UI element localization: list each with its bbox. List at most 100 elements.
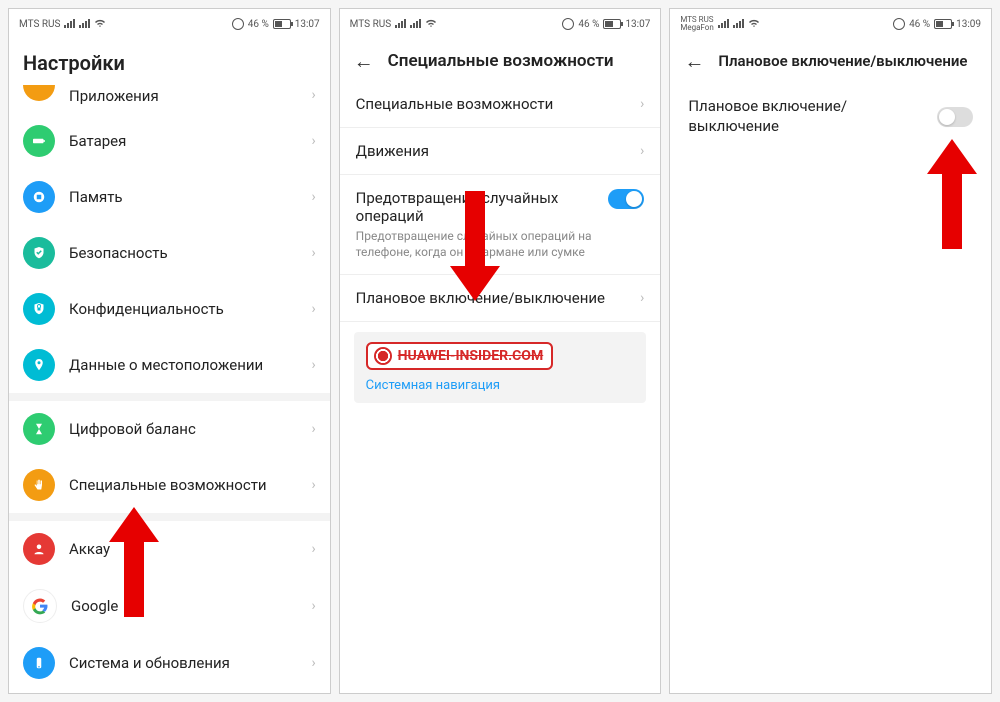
row-scheduled-toggle[interactable]: Плановое включение/выключение <box>670 81 991 152</box>
wifi-icon <box>425 18 437 31</box>
chevron-right-icon: › <box>311 477 315 493</box>
toggle-scheduled-power[interactable] <box>937 107 973 127</box>
battery-percent: 46 % <box>578 19 599 30</box>
chevron-right-icon: › <box>311 301 315 317</box>
list-item-account[interactable]: Аккау › <box>9 521 330 577</box>
section-divider <box>9 393 330 401</box>
list-item-digital-balance[interactable]: Цифровой баланс › <box>9 401 330 457</box>
battery-percent: 46 % <box>248 19 269 30</box>
page-title: Настройки <box>23 51 125 75</box>
chevron-right-icon: › <box>311 87 315 103</box>
phone-screen-scheduled-power: MTS RUS MegaFon 46 % 13:09 ← Плановое вк… <box>669 8 992 694</box>
page-header: Настройки <box>9 39 330 85</box>
phone-screen-accessibility: MTS RUS 46 % 13:07 ← Специальные возможн… <box>339 8 662 694</box>
signal-icon <box>410 20 421 28</box>
back-button[interactable]: ← <box>684 51 704 71</box>
status-bar: MTS RUS MegaFon 46 % 13:09 <box>670 9 991 39</box>
google-icon <box>23 589 57 623</box>
clock-time: 13:09 <box>956 19 981 30</box>
alarm-icon <box>893 18 905 30</box>
row-label: Плановое включение/выключение <box>688 97 937 136</box>
list-item-memory[interactable]: Память › <box>9 169 330 225</box>
page-title: Плановое включение/выключение <box>718 52 967 70</box>
chevron-right-icon: › <box>640 96 644 112</box>
back-button[interactable]: ← <box>354 51 374 71</box>
list-label: Конфиденциальность <box>69 300 297 318</box>
list-label: Безопасность <box>69 244 297 262</box>
list-label: Приложения <box>69 87 159 105</box>
list-label: Аккау <box>69 540 297 558</box>
hourglass-icon <box>23 413 55 445</box>
list-item-privacy[interactable]: Конфиденциальность › <box>9 281 330 337</box>
hand-icon <box>23 469 55 501</box>
signal-icon <box>718 20 729 28</box>
list-item-google[interactable]: Google › <box>9 577 330 635</box>
page-header: ← Плановое включение/выключение <box>670 39 991 81</box>
apps-icon <box>23 85 55 101</box>
watermark-section: HUAWEI-INSIDER.COM Системная навигация <box>354 332 647 403</box>
toggle-prevent-accidental[interactable] <box>608 189 644 209</box>
section-divider <box>9 513 330 521</box>
row-prevent-accidental[interactable]: Предотвращение случайных операций Предот… <box>340 175 661 275</box>
watermark-badge: HUAWEI-INSIDER.COM <box>366 342 554 370</box>
status-bar: MTS RUS 46 % 13:07 <box>340 9 661 39</box>
list-item-location[interactable]: Данные о местоположении › <box>9 337 330 393</box>
page-title: Специальные возможности <box>388 51 614 71</box>
lock-icon <box>23 293 55 325</box>
person-icon <box>23 533 55 565</box>
wifi-icon <box>748 18 760 31</box>
battery-percent: 46 % <box>909 19 930 30</box>
alarm-icon <box>232 18 244 30</box>
system-navigation-link[interactable]: Системная навигация <box>366 378 635 393</box>
list-label: Память <box>69 188 297 206</box>
battery-icon <box>603 19 621 29</box>
clock-time: 13:07 <box>625 19 650 30</box>
signal-icon <box>395 20 406 28</box>
location-icon <box>23 349 55 381</box>
row-gestures[interactable]: Движения › <box>340 128 661 175</box>
chevron-right-icon: › <box>311 357 315 373</box>
list-label: Система и обновления <box>69 654 297 672</box>
chevron-right-icon: › <box>640 290 644 306</box>
alarm-icon <box>562 18 574 30</box>
row-label: Плановое включение/выключение <box>356 289 640 307</box>
status-bar: MTS RUS 46 % 13:07 <box>9 9 330 39</box>
list-item-battery[interactable]: Батарея › <box>9 113 330 169</box>
memory-icon <box>23 181 55 213</box>
row-label: Движения <box>356 142 640 160</box>
settings-list: Приложения › Батарея › Память › Безопасн… <box>9 85 330 693</box>
list-item-apps-partial[interactable]: Приложения › <box>9 85 330 113</box>
chevron-right-icon: › <box>311 133 315 149</box>
phone-screen-settings: MTS RUS 46 % 13:07 Настройки Приложения … <box>8 8 331 694</box>
chevron-right-icon: › <box>311 655 315 671</box>
list-item-system[interactable]: Система и обновления › <box>9 635 330 691</box>
row-accessibility[interactable]: Специальные возможности › <box>340 81 661 128</box>
list-item-security[interactable]: Безопасность › <box>9 225 330 281</box>
wifi-icon <box>94 18 106 31</box>
battery-icon <box>23 125 55 157</box>
carrier-label: MTS RUS <box>350 19 391 30</box>
list-label: Данные о местоположении <box>69 356 297 374</box>
chevron-right-icon: › <box>311 189 315 205</box>
carrier-label: MTS RUS <box>19 19 60 30</box>
chevron-right-icon: › <box>311 541 315 557</box>
chevron-right-icon: › <box>640 143 644 159</box>
signal-icon <box>64 20 75 28</box>
row-description: Предотвращение случайных операций на тел… <box>356 229 609 260</box>
battery-icon <box>273 19 291 29</box>
list-label: Google <box>71 597 297 615</box>
carrier-label-2: MegaFon <box>680 24 713 32</box>
annotation-arrow <box>927 139 977 249</box>
list-label: Цифровой баланс <box>69 420 297 438</box>
row-scheduled-power[interactable]: Плановое включение/выключение › <box>340 275 661 322</box>
row-label: Специальные возможности <box>356 95 640 113</box>
list-item-accessibility[interactable]: Специальные возможности › <box>9 457 330 513</box>
chevron-right-icon: › <box>311 598 315 614</box>
shield-icon <box>23 237 55 269</box>
signal-icon <box>79 20 90 28</box>
list-label: Специальные возможности <box>69 476 297 494</box>
chevron-right-icon: › <box>311 421 315 437</box>
list-label: Батарея <box>69 132 297 150</box>
chevron-right-icon: › <box>311 245 315 261</box>
row-label: Предотвращение случайных операций <box>356 189 609 225</box>
